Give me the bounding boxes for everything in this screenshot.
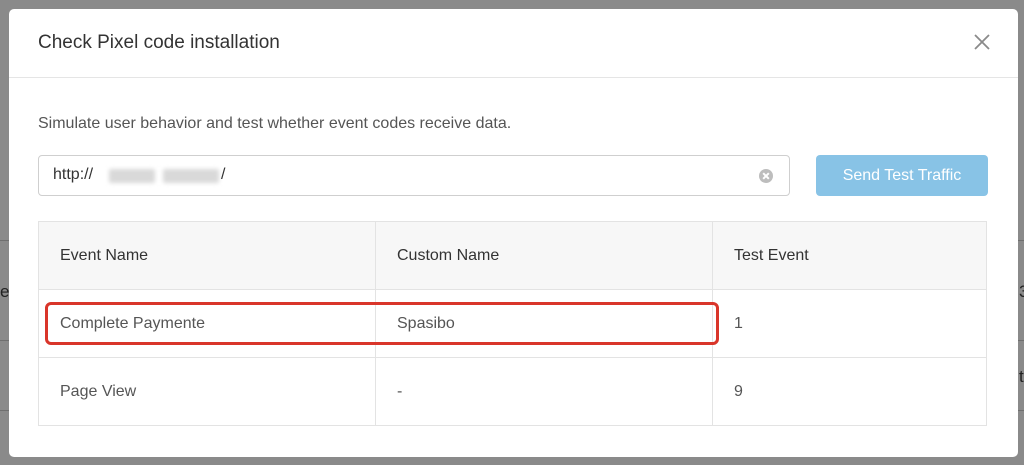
url-suffix: /: [221, 166, 226, 183]
url-redacted-part: [109, 169, 155, 183]
test-event-cell: 1: [712, 289, 987, 358]
send-test-traffic-button[interactable]: Send Test Traffic: [816, 155, 988, 196]
custom-name-cell: -: [375, 357, 713, 426]
background-text-fragment: t: [1019, 367, 1024, 386]
column-header-custom-name: Custom Name: [375, 221, 713, 290]
event-name-cell: Page View: [38, 357, 376, 426]
column-header-event-name: Event Name: [38, 221, 376, 290]
dialog-header: Check Pixel code installation: [9, 9, 1018, 78]
url-input[interactable]: http:// /: [38, 155, 790, 196]
url-prefix: http://: [53, 166, 94, 183]
highlight-annotation: [45, 302, 719, 345]
table-row: Page View - 9: [38, 357, 987, 426]
dialog-title: Check Pixel code installation: [38, 32, 280, 53]
close-icon[interactable]: [973, 33, 991, 51]
clear-icon[interactable]: [759, 169, 773, 183]
column-header-test-event: Test Event: [712, 221, 987, 290]
url-redacted-part: [163, 169, 219, 183]
table-header-row: Event Name Custom Name Test Event: [38, 221, 987, 290]
dialog-description: Simulate user behavior and test whether …: [38, 115, 512, 132]
check-pixel-dialog: Check Pixel code installation Simulate u…: [9, 9, 1018, 457]
test-event-cell: 9: [712, 357, 987, 426]
background-text-fragment: 3: [1019, 282, 1024, 301]
